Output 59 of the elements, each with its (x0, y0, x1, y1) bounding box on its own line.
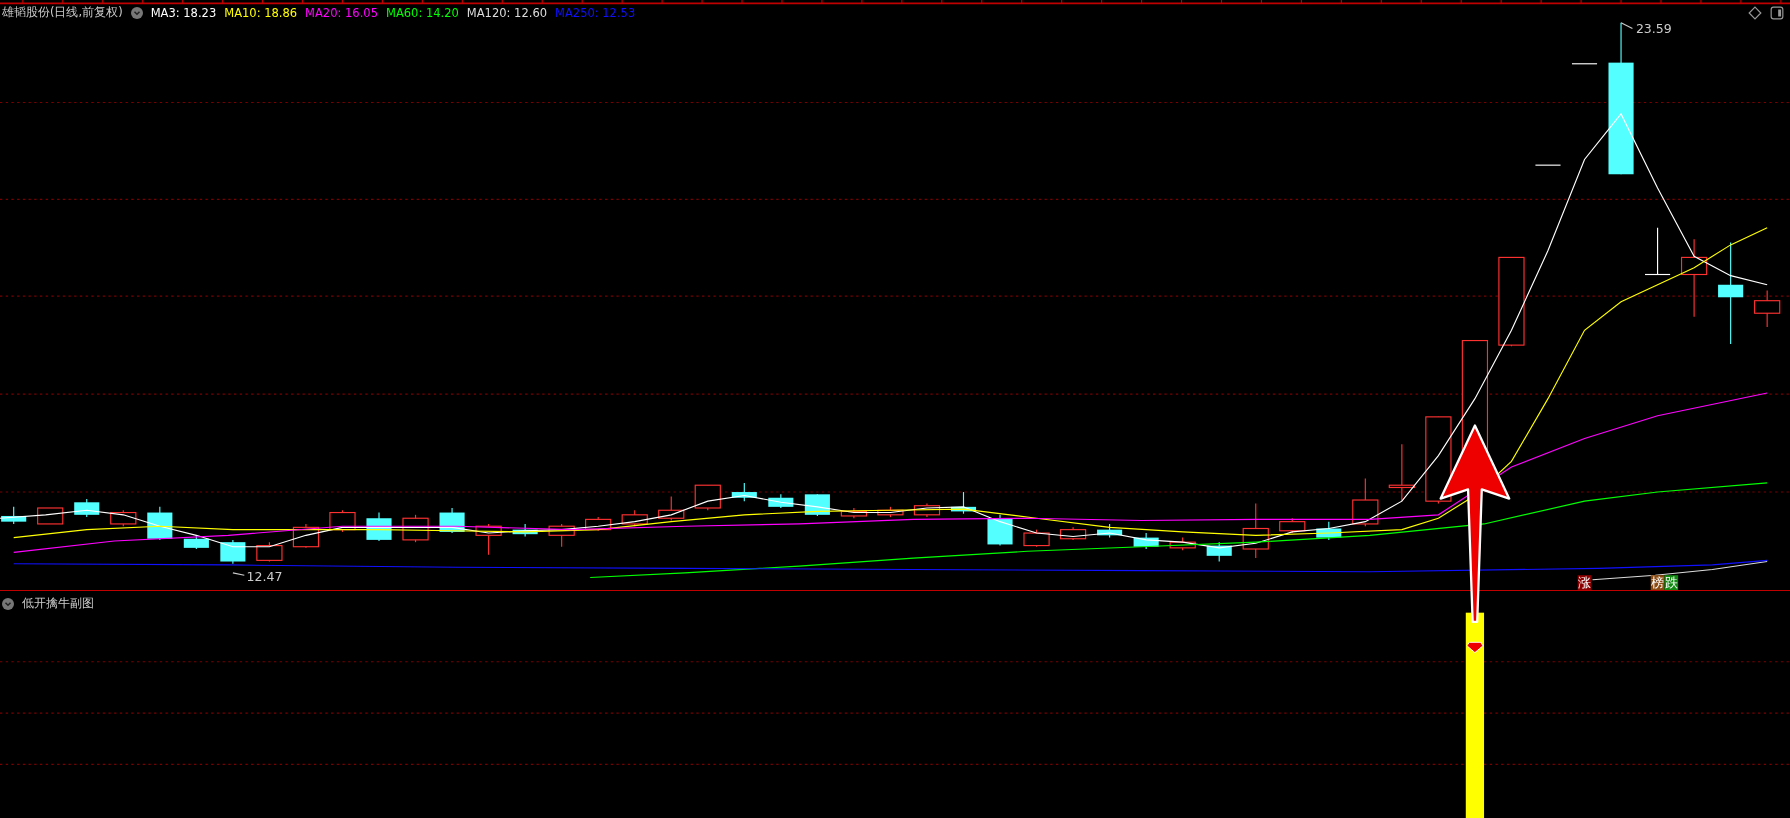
signal-badge: 榜 (1650, 574, 1665, 590)
candlestick (658, 496, 685, 522)
candlestick (1534, 164, 1562, 166)
candlestick (1388, 443, 1415, 502)
candlestick (1644, 227, 1671, 276)
candlestick (731, 482, 757, 502)
moving-average-label: MA20: 16.05 (305, 5, 378, 20)
candlestick (475, 523, 502, 556)
dropdown-icon[interactable] (130, 6, 143, 19)
diamond-icon[interactable] (1748, 5, 1762, 20)
moving-average-label: MA60: 14.20 (385, 5, 459, 20)
candlestick (1279, 517, 1306, 534)
candlestick (1097, 523, 1123, 539)
candlestick (548, 523, 575, 548)
candlestick (1, 506, 27, 525)
candlestick (1352, 477, 1379, 527)
candlestick (913, 502, 941, 518)
candlestick (950, 491, 977, 515)
panel-toggle-icon[interactable] (1770, 5, 1784, 20)
moving-average-label: MA250: 12.53 (555, 5, 636, 20)
candlestick (220, 539, 246, 565)
candlestick (585, 516, 612, 532)
candlestick (1059, 526, 1087, 541)
candlestick (1169, 537, 1196, 551)
moving-average-label: MA3: 18.23 (150, 5, 217, 20)
candlestick (74, 498, 100, 518)
arrow-icon (1439, 424, 1511, 623)
candlestick (694, 484, 721, 511)
gem-icon (1466, 641, 1484, 654)
indicator-title: 低开擒牛副图 (22, 596, 94, 611)
candlestick (768, 493, 794, 509)
candlestick (1754, 289, 1781, 328)
candlestick (110, 509, 137, 527)
candlestick (256, 541, 283, 563)
candlestick (621, 509, 648, 527)
moving-average-label: MA10: 18.86 (224, 5, 298, 20)
candlestick (1023, 529, 1050, 548)
candlestick (840, 507, 868, 519)
candlestick (439, 507, 465, 534)
signal-badge: 跌 (1664, 574, 1679, 590)
candlestick (1571, 63, 1598, 65)
candlestick (147, 506, 173, 541)
signal-badge: 涨 (1577, 574, 1592, 590)
candlestick (1206, 541, 1232, 563)
candlestick (877, 506, 904, 518)
candlestick (1133, 532, 1159, 550)
dropdown-icon[interactable] (2, 597, 14, 610)
high-price-label: 23.59 (1635, 21, 1672, 37)
candlestick (512, 523, 538, 538)
candlestick (804, 493, 830, 517)
candlestick (366, 511, 392, 542)
chart-title: 雄韬股份(日线,前复权) (2, 5, 123, 20)
leader-line (232, 572, 245, 576)
leader-line (1620, 22, 1634, 30)
candlestick (1242, 502, 1269, 559)
candlestick (1316, 521, 1342, 541)
candlestick (37, 507, 64, 525)
moving-average-label: MA120: 12.60 (466, 5, 548, 20)
low-price-label: 12.47 (246, 568, 283, 584)
